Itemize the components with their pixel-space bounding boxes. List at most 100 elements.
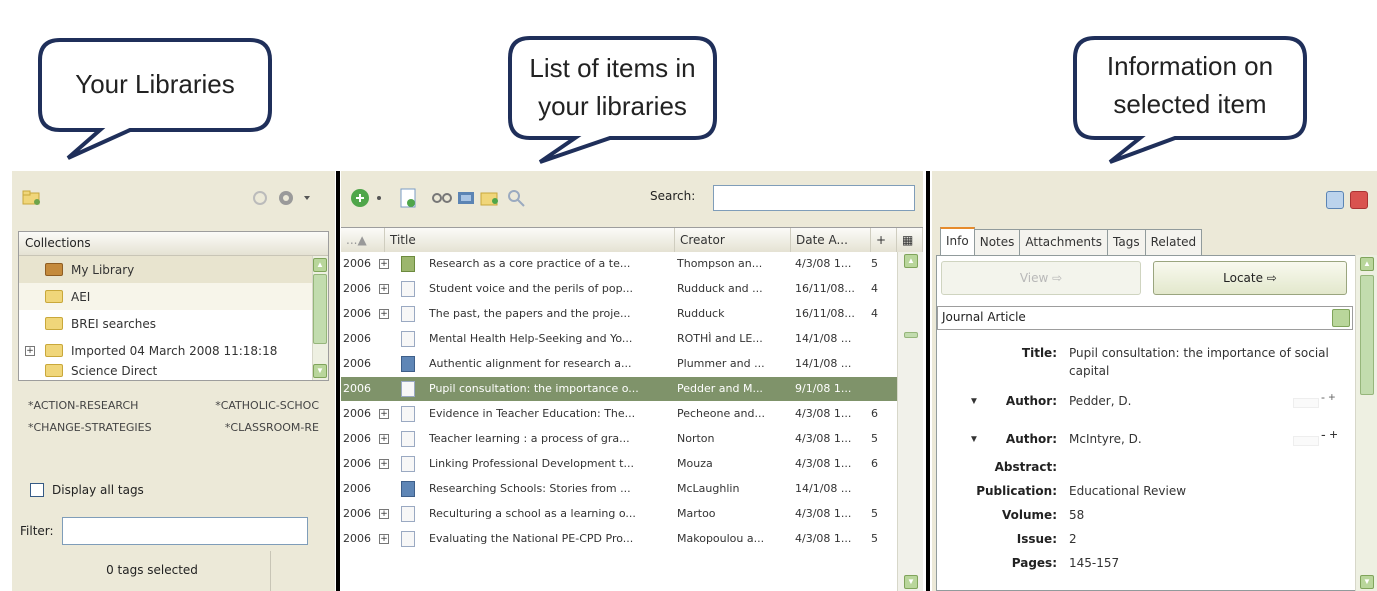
- tag-filter-input[interactable]: [61, 517, 308, 545]
- item-type-select[interactable]: Journal Article: [937, 306, 1353, 330]
- row-year: 2006: [343, 382, 371, 395]
- pages-value[interactable]: 145-157: [1069, 554, 1119, 572]
- tag-item[interactable]: *CHANGE-STRATEGIES: [28, 417, 152, 439]
- column-header-sort[interactable]: ...▲: [341, 228, 385, 252]
- document-icon: [401, 506, 415, 522]
- table-row[interactable]: 2006 + The past, the papers and the proje.…: [341, 302, 897, 326]
- tab-info[interactable]: Info: [940, 227, 975, 255]
- expand-icon[interactable]: +: [379, 534, 389, 544]
- new-item-icon[interactable]: [349, 187, 391, 209]
- locate-button[interactable]: Locate ⇨: [1153, 261, 1347, 295]
- document-icon: [401, 281, 415, 297]
- tab-attachments[interactable]: Attachments: [1019, 229, 1108, 255]
- scroll-up-icon[interactable]: ▲: [313, 258, 327, 272]
- volume-value[interactable]: 58: [1069, 506, 1084, 524]
- tab-tags[interactable]: Tags: [1107, 229, 1146, 255]
- author-add-remove[interactable]: - +: [1321, 390, 1335, 404]
- row-creator: McLaughlin: [677, 482, 740, 495]
- expand-icon[interactable]: +: [379, 409, 389, 419]
- table-row[interactable]: 2006 Authentic alignment for research a..…: [341, 352, 897, 376]
- chevron-down-icon[interactable]: [1332, 309, 1350, 327]
- display-all-tags-checkbox[interactable]: [30, 483, 44, 497]
- row-title: Linking Professional Development t...: [429, 457, 634, 470]
- gear-icon[interactable]: [276, 189, 316, 207]
- expand-icon[interactable]: +: [25, 345, 35, 356]
- scroll-thumb[interactable]: [904, 332, 918, 338]
- author-add-remove[interactable]: - +: [1321, 426, 1338, 442]
- tag-item[interactable]: *CATHOLIC-SCHOC: [215, 395, 319, 417]
- publication-value[interactable]: Educational Review: [1069, 482, 1186, 500]
- author-label: Author:: [1005, 432, 1057, 446]
- collections-scrollbar[interactable]: ▲ ▼: [312, 256, 328, 380]
- row-date-added: 14/1/08 ...: [795, 482, 852, 495]
- search-input[interactable]: [713, 185, 915, 211]
- advanced-search-icon[interactable]: [505, 187, 527, 209]
- author-value[interactable]: Pedder, D.: [1069, 392, 1131, 410]
- view-button[interactable]: View ⇨: [941, 261, 1141, 295]
- expand-icon[interactable]: +: [379, 509, 389, 519]
- scroll-down-icon[interactable]: ▼: [313, 364, 327, 378]
- table-row[interactable]: 2006 Pupil consultation: the importance o…: [341, 377, 897, 401]
- table-row[interactable]: 2006 Mental Health Help-Seeking and Yo...…: [341, 327, 897, 351]
- table-row[interactable]: 2006 Researching Schools: Stories from ..…: [341, 477, 897, 501]
- tab-notes[interactable]: Notes: [973, 229, 1021, 255]
- column-header-plus[interactable]: +: [871, 228, 897, 252]
- display-all-tags-row[interactable]: Display all tags: [30, 483, 144, 497]
- collection-label: BREI searches: [71, 316, 157, 331]
- table-row[interactable]: 2006 + Student voice and the perils of pop…: [341, 277, 897, 301]
- new-collection-icon[interactable]: [22, 189, 42, 207]
- sync-icon[interactable]: [250, 189, 270, 207]
- row-creator: Pedder and M...: [677, 382, 763, 395]
- table-row[interactable]: 2006 + Linking Professional Development t.…: [341, 452, 897, 476]
- row-count: 6: [871, 407, 878, 420]
- close-icon[interactable]: [1350, 191, 1368, 209]
- collection-my-library[interactable]: My Library: [19, 256, 328, 283]
- scroll-down-icon[interactable]: ▼: [904, 575, 918, 589]
- scroll-up-icon[interactable]: ▲: [1360, 257, 1374, 271]
- tag-item[interactable]: *ACTION-RESEARCH: [28, 395, 138, 417]
- scroll-down-icon[interactable]: ▼: [1360, 575, 1374, 589]
- creator-type-box[interactable]: [1293, 436, 1319, 446]
- info-scrollbar[interactable]: ▲ ▼: [1355, 255, 1377, 591]
- items-scrollbar[interactable]: ▲ ▼: [897, 252, 923, 591]
- expand-icon[interactable]: +: [379, 459, 389, 469]
- column-header-creator[interactable]: Creator: [675, 228, 791, 252]
- expand-icon[interactable]: +: [379, 309, 389, 319]
- item-info-pane: Info Notes Attachments Tags Related View…: [932, 171, 1377, 591]
- row-count: 5: [871, 507, 878, 520]
- table-row[interactable]: 2006 + Reculturing a school as a learning …: [341, 502, 897, 526]
- row-count: 5: [871, 257, 878, 270]
- add-from-page-icon[interactable]: [397, 187, 419, 209]
- tab-related[interactable]: Related: [1144, 229, 1203, 255]
- link-icon[interactable]: [431, 187, 453, 209]
- creator-type-box[interactable]: [1293, 398, 1319, 408]
- collection-label: Imported 04 March 2008 11:18:18: [71, 343, 278, 358]
- tag-item[interactable]: *CLASSROOM-RE: [225, 417, 319, 439]
- title-value-line1[interactable]: Pupil consultation: the importance of so…: [1069, 344, 1329, 362]
- note-icon[interactable]: [479, 187, 501, 209]
- author-value[interactable]: McIntyre, D.: [1069, 430, 1142, 448]
- expand-icon[interactable]: +: [379, 284, 389, 294]
- restore-window-icon[interactable]: [1326, 191, 1344, 209]
- title-value-line2[interactable]: capital: [1069, 362, 1109, 380]
- column-header-date-added[interactable]: Date A...: [791, 228, 871, 252]
- table-row[interactable]: 2006 + Teacher learning : a process of gra…: [341, 427, 897, 451]
- collection-science-direct[interactable]: Science Direct: [19, 364, 328, 378]
- row-title: Researching Schools: Stories from ...: [429, 482, 631, 495]
- attachment-icon[interactable]: [455, 187, 477, 209]
- column-header-title[interactable]: Title: [385, 228, 675, 252]
- scroll-thumb[interactable]: [313, 274, 327, 344]
- table-row[interactable]: 2006 + Evidence in Teacher Education: The.…: [341, 402, 897, 426]
- collection-brei-searches[interactable]: BREI searches: [19, 310, 328, 337]
- expand-icon[interactable]: +: [379, 259, 389, 269]
- table-row[interactable]: 2006 + Research as a core practice of a te…: [341, 252, 897, 276]
- expand-icon[interactable]: +: [379, 434, 389, 444]
- column-picker-icon[interactable]: ▦: [897, 228, 923, 252]
- collection-aei[interactable]: AEI: [19, 283, 328, 310]
- scroll-thumb[interactable]: [1360, 275, 1374, 395]
- collection-imported[interactable]: + Imported 04 March 2008 11:18:18: [19, 337, 328, 364]
- table-row[interactable]: 2006 + Evaluating the National PE-CPD Pro.…: [341, 527, 897, 551]
- issue-value[interactable]: 2: [1069, 530, 1077, 548]
- scroll-up-icon[interactable]: ▲: [904, 254, 918, 268]
- row-title: Teacher learning : a process of gra...: [429, 432, 630, 445]
